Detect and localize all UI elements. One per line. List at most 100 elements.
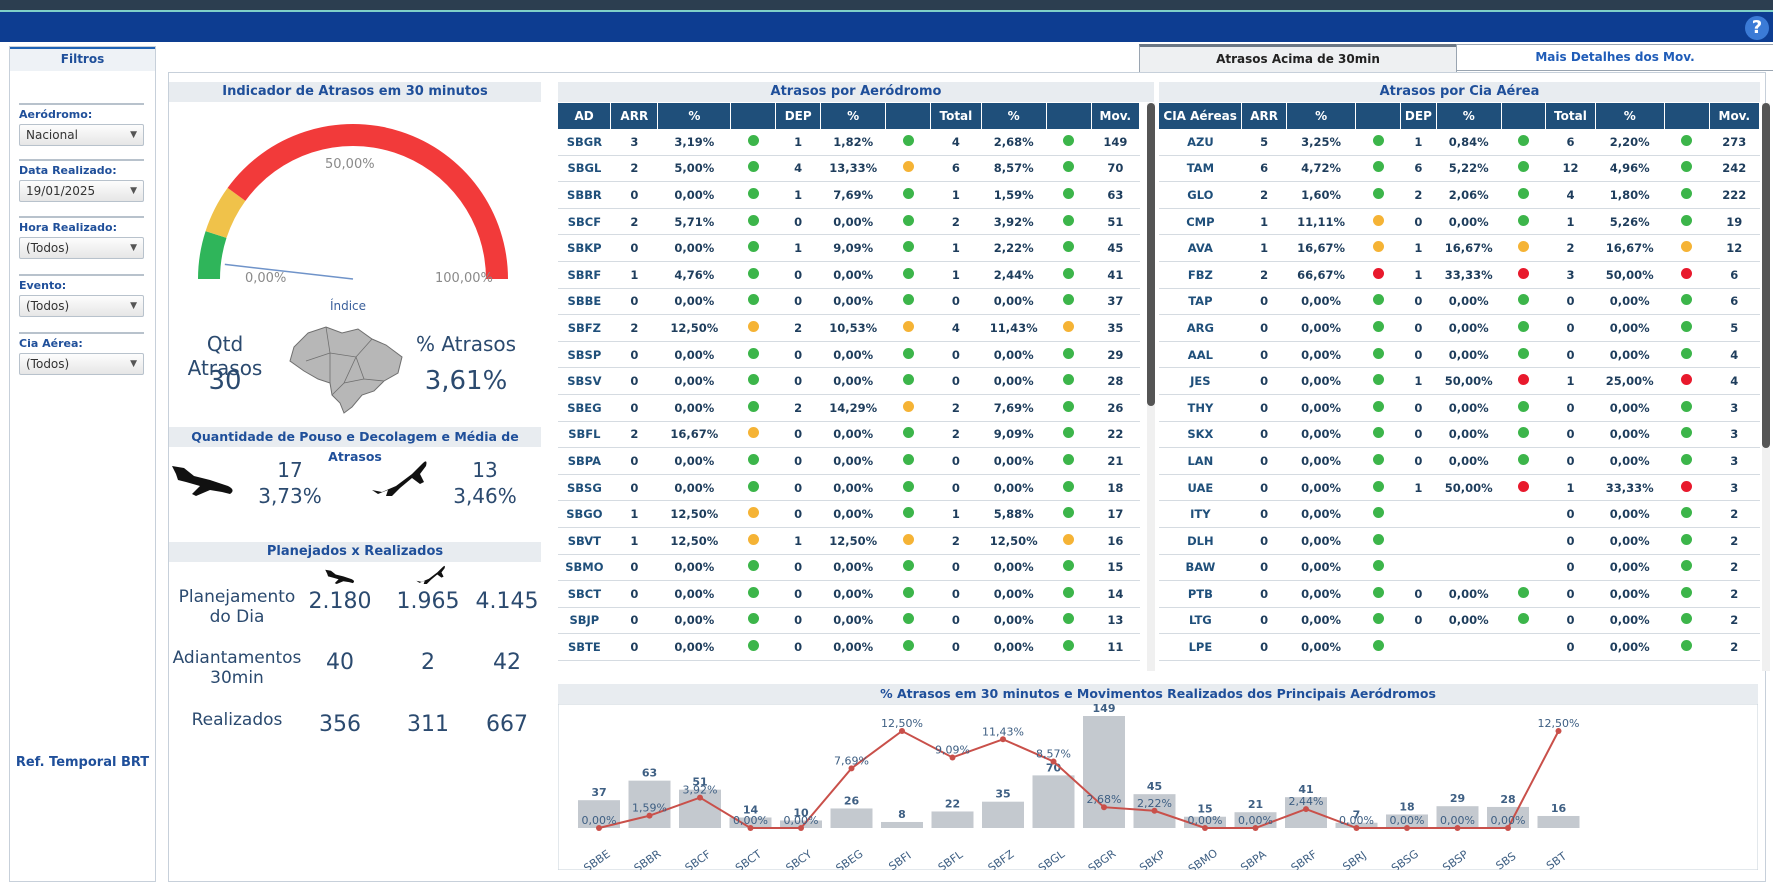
- table-row[interactable]: SBKP 0 0,00% 1 9,09% 1 2,22% 45: [558, 234, 1140, 262]
- chart-bar: [1083, 716, 1125, 828]
- column-header[interactable]: %: [1286, 103, 1357, 129]
- status-cell: [1046, 181, 1092, 209]
- help-button[interactable]: ?: [1745, 16, 1769, 40]
- table-row[interactable]: SBFZ 2 12,50% 2 10,53% 4 11,43% 35: [558, 314, 1140, 342]
- evento-select[interactable]: (Todos) ▼: [19, 295, 144, 317]
- table-row[interactable]: LPE 0 0,00% 0 0,00% 2: [1159, 633, 1760, 661]
- table-row[interactable]: AAL 0 0,00% 0 0,00% 0 0,00% 4: [1159, 341, 1760, 369]
- column-header[interactable]: Mov.: [1709, 103, 1760, 129]
- cell-value: 0: [930, 580, 982, 608]
- cell-value: 11: [1091, 633, 1140, 661]
- table-row[interactable]: SBRF 1 4,76% 0 0,00% 1 2,44% 41: [558, 261, 1140, 289]
- column-header[interactable]: %: [1595, 103, 1665, 129]
- column-header[interactable]: [730, 103, 777, 129]
- cia-aerea-select[interactable]: (Todos) ▼: [19, 353, 144, 375]
- aerodromo-table-scrollbar[interactable]: [1147, 103, 1155, 671]
- tab-mais-detalhes[interactable]: Mais Detalhes dos Mov.: [1456, 44, 1773, 71]
- table-row[interactable]: SBGL 2 5,00% 4 13,33% 6 8,57% 70: [558, 155, 1140, 183]
- status-cell: [885, 288, 931, 316]
- cell-value: 3: [610, 129, 658, 156]
- column-header[interactable]: %: [981, 103, 1047, 129]
- table-row[interactable]: SBEG 0 0,00% 2 14,29% 2 7,69% 26: [558, 394, 1140, 422]
- cell-value: 0: [775, 341, 821, 369]
- cell-value: 0,00%: [820, 554, 886, 582]
- table-row[interactable]: SBJP 0 0,00% 0 0,00% 0 0,00% 13: [558, 607, 1140, 635]
- column-header[interactable]: Total: [1545, 103, 1596, 129]
- column-header[interactable]: ARR: [610, 103, 659, 129]
- table-row[interactable]: AVA 1 16,67% 1 16,67% 2 16,67% 12: [1159, 234, 1760, 262]
- column-header[interactable]: AD: [558, 103, 612, 129]
- table-row[interactable]: JES 0 0,00% 1 50,00% 1 25,00% 4: [1159, 367, 1760, 395]
- table-row[interactable]: SBBR 0 0,00% 1 7,69% 1 1,59% 63: [558, 181, 1140, 209]
- table-row[interactable]: SBTE 0 0,00% 0 0,00% 0 0,00% 11: [558, 633, 1140, 661]
- row-code: ITY: [1159, 500, 1242, 528]
- column-header[interactable]: [1664, 103, 1710, 129]
- table-row[interactable]: CMP 1 11,11% 0 0,00% 1 5,26% 19: [1159, 208, 1760, 236]
- cell-value: 12: [1545, 155, 1596, 183]
- table-row[interactable]: LTG 0 0,00% 0 0,00% 0 0,00% 2: [1159, 607, 1760, 635]
- table-row[interactable]: SBCT 0 0,00% 0 0,00% 0 0,00% 14: [558, 580, 1140, 608]
- cia-table-scrollbar[interactable]: [1762, 103, 1770, 671]
- column-header[interactable]: %: [657, 103, 732, 129]
- table-row[interactable]: SKX 0 0,00% 0 0,00% 0 0,00% 3: [1159, 421, 1760, 449]
- table-row[interactable]: SBFL 2 16,67% 0 0,00% 2 9,09% 22: [558, 421, 1140, 449]
- status-cell: [1355, 421, 1401, 449]
- column-header[interactable]: DEP: [775, 103, 822, 129]
- table-row[interactable]: FBZ 2 66,67% 1 33,33% 3 50,00% 6: [1159, 261, 1760, 289]
- column-header[interactable]: [885, 103, 932, 129]
- column-header[interactable]: %: [820, 103, 887, 129]
- table-row[interactable]: THY 0 0,00% 0 0,00% 0 0,00% 3: [1159, 394, 1760, 422]
- table-row[interactable]: TAM 6 4,72% 6 5,22% 12 4,96% 242: [1159, 155, 1760, 183]
- cell-value: 1: [775, 234, 821, 262]
- cell-value: 0: [775, 367, 821, 395]
- chart-line-label: 2,68%: [1087, 793, 1122, 806]
- table-row[interactable]: SBPA 0 0,00% 0 0,00% 0 0,00% 21: [558, 447, 1140, 475]
- table-row[interactable]: SBCF 2 5,71% 0 0,00% 2 3,92% 51: [558, 208, 1140, 236]
- gauge-green-segment: [198, 231, 227, 279]
- chart-line-label: 0,00%: [1188, 814, 1223, 827]
- column-header[interactable]: [1501, 103, 1547, 129]
- table-row[interactable]: SBSV 0 0,00% 0 0,00% 0 0,00% 28: [558, 367, 1140, 395]
- column-header[interactable]: [1046, 103, 1092, 129]
- table-row[interactable]: SBBE 0 0,00% 0 0,00% 0 0,00% 37: [558, 288, 1140, 316]
- table-row[interactable]: SBSG 0 0,00% 0 0,00% 0 0,00% 18: [558, 474, 1140, 502]
- table-row[interactable]: ARG 0 0,00% 0 0,00% 0 0,00% 5: [1159, 314, 1760, 342]
- column-header[interactable]: [1355, 103, 1402, 129]
- table-row[interactable]: DLH 0 0,00% 0 0,00% 2: [1159, 527, 1760, 555]
- cell-value: 0: [1400, 607, 1437, 635]
- column-header[interactable]: DEP: [1400, 103, 1437, 129]
- cell-value: 0: [1400, 580, 1437, 608]
- scrollbar-thumb[interactable]: [1147, 103, 1155, 406]
- column-header[interactable]: Mov.: [1091, 103, 1140, 129]
- aerodromo-select[interactable]: Nacional ▼: [19, 124, 144, 146]
- table-row[interactable]: AZU 5 3,25% 1 0,84% 6 2,20% 273: [1159, 129, 1760, 156]
- table-row[interactable]: BAW 0 0,00% 0 0,00% 2: [1159, 554, 1760, 582]
- chart-line-label: 0,00%: [784, 814, 819, 827]
- hora-realizado-select[interactable]: (Todos) ▼: [19, 237, 144, 259]
- column-header[interactable]: Total: [930, 103, 982, 129]
- column-header[interactable]: ARR: [1241, 103, 1287, 129]
- table-row[interactable]: SBGR 3 3,19% 1 1,82% 4 2,68% 149: [558, 129, 1140, 156]
- cell-value: 1: [610, 261, 658, 289]
- status-dot-green: [1372, 347, 1384, 359]
- data-realizado-select[interactable]: 19/01/2025 ▼: [19, 180, 144, 202]
- scrollbar-thumb[interactable]: [1762, 103, 1770, 448]
- table-row[interactable]: LAN 0 0,00% 0 0,00% 0 0,00% 3: [1159, 447, 1760, 475]
- status-cell: [885, 554, 931, 582]
- column-header[interactable]: %: [1436, 103, 1502, 129]
- table-row[interactable]: GLO 2 1,60% 2 2,06% 4 1,80% 222: [1159, 181, 1760, 209]
- table-row[interactable]: ITY 0 0,00% 0 0,00% 2: [1159, 500, 1760, 528]
- table-row[interactable]: UAE 0 0,00% 1 50,00% 1 33,33% 3: [1159, 474, 1760, 502]
- status-dot-green: [1681, 507, 1693, 519]
- table-row[interactable]: SBVT 1 12,50% 1 12,50% 2 12,50% 16: [558, 527, 1140, 555]
- tab-atrasos-30min[interactable]: Atrasos Acima de 30min: [1139, 44, 1457, 73]
- cell-value: 4: [1545, 181, 1596, 209]
- table-row[interactable]: TAP 0 0,00% 0 0,00% 0 0,00% 6: [1159, 288, 1760, 316]
- column-header[interactable]: CIA Aéreas: [1159, 103, 1243, 129]
- table-row[interactable]: PTB 0 0,00% 0 0,00% 0 0,00% 2: [1159, 580, 1760, 608]
- status-dot-green: [1063, 134, 1075, 146]
- table-row[interactable]: SBMO 0 0,00% 0 0,00% 0 0,00% 15: [558, 554, 1140, 582]
- status-cell: [1046, 500, 1092, 528]
- table-row[interactable]: SBGO 1 12,50% 0 0,00% 1 5,88% 17: [558, 500, 1140, 528]
- table-row[interactable]: SBSP 0 0,00% 0 0,00% 0 0,00% 29: [558, 341, 1140, 369]
